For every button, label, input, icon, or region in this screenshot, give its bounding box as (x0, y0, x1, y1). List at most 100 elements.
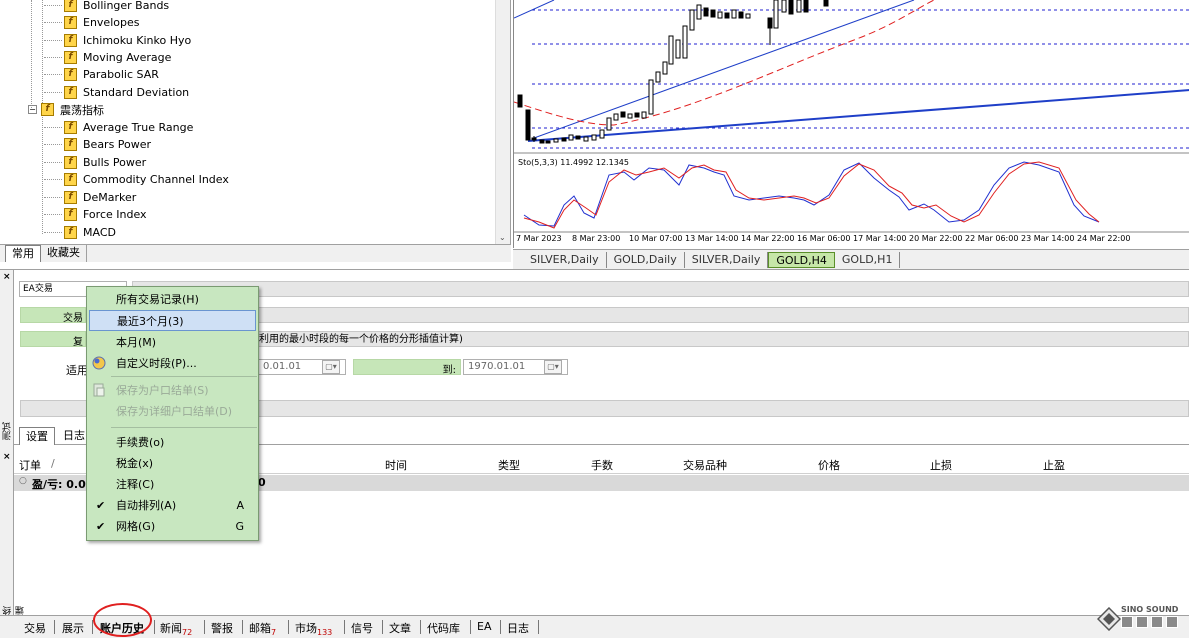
menu-comments[interactable]: 注释(C) (87, 474, 258, 495)
terminal-side-label: 终端 (3, 606, 26, 615)
menu-last-3-months[interactable]: 最近3个月(3) (89, 310, 256, 331)
tab-articles[interactable]: 文章 (389, 620, 411, 636)
tree-item-demarker[interactable]: f DeMarker (44, 189, 136, 206)
indicator-icon: f (64, 156, 77, 169)
indicator-icon: f (64, 16, 77, 29)
tree-item-macd[interactable]: f MACD (44, 224, 116, 241)
terminal-tabs: 交易 展示 账户历史 新闻72 警报 邮箱7 市场133 信号 文章 代码库 E… (0, 603, 1189, 638)
terminal-sidebar: × 终端 (0, 450, 26, 615)
time-label: 13 Mar 14:00 (685, 234, 739, 243)
col-sl[interactable]: 止损 (930, 457, 952, 473)
date-label: 适用 (66, 364, 88, 377)
tree-item-moving-average[interactable]: f Moving Average (44, 49, 171, 66)
tree-item-atr[interactable]: f Average True Range (44, 119, 193, 136)
tab-journal[interactable]: 日志 (507, 620, 529, 636)
tab-gold-h1[interactable]: GOLD,H1 (835, 251, 901, 268)
menu-all-history[interactable]: 所有交易记录(H) (87, 289, 258, 310)
menu-taxes[interactable]: 税金(x) (87, 453, 258, 474)
scroll-down-icon[interactable]: ⌄ (499, 233, 506, 242)
summary-profit: 盈/亏: 0.00 (32, 478, 94, 491)
tree-item-cci[interactable]: f Commodity Channel Index (44, 171, 229, 188)
stochastic-label: Sto(5,3,3) 11.4992 12.1345 (518, 158, 629, 167)
to-label: 到: (353, 359, 461, 376)
checkmark-icon: ✔ (96, 499, 106, 512)
indicator-icon: f (64, 191, 77, 204)
close-icon[interactable]: × (3, 272, 11, 282)
menu-commission[interactable]: 手续费(o) (87, 432, 258, 453)
price-chart[interactable]: Sto(5,3,3) 11.4992 12.1345 7 Mar 2023 8 … (513, 0, 1189, 248)
col-volume[interactable]: 手数 (591, 457, 613, 473)
collapse-icon[interactable]: − (28, 105, 37, 114)
tab-gold-daily[interactable]: GOLD,Daily (607, 251, 685, 268)
model-field[interactable]: 利用的最小时段的每一个价格的分形插值计算) (258, 331, 1189, 347)
calendar-dropdown-icon[interactable]: ▢▾ (544, 360, 562, 374)
col-time[interactable]: 时间 (385, 457, 407, 473)
tree-item-ichimoku[interactable]: f Ichimoku Kinko Hyo (44, 32, 191, 49)
tab-favorites[interactable]: 收藏夹 (41, 245, 87, 262)
tab-news[interactable]: 新闻72 (160, 620, 192, 637)
tree-folder-oscillators[interactable]: − f 震荡指标 (28, 101, 104, 118)
tab-settings[interactable]: 设置 (19, 427, 55, 445)
time-label: 23 Mar 14:00 (1021, 234, 1075, 243)
field-label-model: 复 (20, 331, 86, 348)
tab-silver-daily-2[interactable]: SILVER,Daily (685, 251, 769, 268)
sort-icon[interactable]: / (51, 457, 55, 470)
time-label: 14 Mar 22:00 (741, 234, 795, 243)
tab-trade[interactable]: 交易 (24, 620, 46, 636)
tree-item-force-index[interactable]: f Force Index (44, 206, 147, 223)
folder-indicator-icon: f (41, 103, 54, 116)
tree-item-std-dev[interactable]: f Standard Deviation (44, 84, 189, 101)
watermark-text: SINO SOUND (1121, 605, 1179, 614)
col-type[interactable]: 类型 (498, 457, 520, 473)
ea-path-field[interactable] (132, 281, 1189, 297)
tree-item-envelopes[interactable]: f Envelopes (44, 14, 139, 31)
summary-tail: 0 (258, 476, 266, 489)
indicator-icon: f (64, 0, 77, 12)
time-label: 10 Mar 07:00 (629, 234, 683, 243)
tab-alerts[interactable]: 警报 (211, 620, 233, 636)
tab-silver-daily[interactable]: SILVER,Daily (523, 251, 607, 268)
menu-save-detailed-report[interactable]: 保存为详细户口结单(D) (87, 401, 258, 422)
tree-item-bulls-power[interactable]: f Bulls Power (44, 154, 146, 171)
indicator-icon: f (64, 34, 77, 47)
chart-canvas (514, 0, 1189, 233)
tab-exposure[interactable]: 展示 (62, 620, 84, 636)
time-label: 16 Mar 06:00 (797, 234, 851, 243)
sino-sound-logo-icon (1097, 607, 1121, 631)
calendar-dropdown-icon[interactable]: ▢▾ (322, 360, 340, 374)
menu-save-report[interactable]: 保存为户口结单(S) (87, 380, 258, 401)
col-price[interactable]: 价格 (818, 457, 840, 473)
menu-grid[interactable]: ✔ 网格(G) G (87, 516, 258, 537)
tab-signals[interactable]: 信号 (351, 620, 373, 636)
tab-code-base[interactable]: 代码库 (427, 620, 460, 636)
col-order[interactable]: 订单 (19, 457, 41, 473)
time-label: 17 Mar 14:00 (853, 234, 907, 243)
menu-auto-arrange[interactable]: ✔ 自动排列(A) A (87, 495, 258, 516)
time-label: 22 Mar 06:00 (965, 234, 1019, 243)
indicator-icon: f (64, 173, 77, 186)
col-tp[interactable]: 止盈 (1043, 457, 1065, 473)
indicator-icon: f (64, 121, 77, 134)
tab-ea[interactable]: EA (477, 620, 491, 633)
navigator-scrollbar[interactable]: ⌄ (495, 0, 510, 244)
tab-mailbox[interactable]: 邮箱7 (249, 620, 276, 637)
menu-this-month[interactable]: 本月(M) (87, 332, 258, 353)
col-symbol[interactable]: 交易品种 (683, 457, 727, 473)
tree-item-parabolic-sar[interactable]: f Parabolic SAR (44, 66, 159, 83)
menu-custom-period[interactable]: 自定义时段(P)... (87, 353, 258, 374)
indicator-icon: f (64, 68, 77, 81)
highlight-circle (93, 603, 152, 637)
watermark-blocks (1121, 616, 1178, 628)
close-icon[interactable]: × (3, 452, 11, 462)
tree-item-bears-power[interactable]: f Bears Power (44, 136, 151, 153)
tab-common[interactable]: 常用 (5, 245, 41, 262)
time-axis: 7 Mar 2023 8 Mar 23:00 10 Mar 07:00 13 M… (516, 234, 1189, 246)
navigator-tabs: 常用 收藏夹 (0, 244, 511, 262)
tab-journal[interactable]: 日志 (60, 427, 88, 445)
tab-gold-h4[interactable]: GOLD,H4 (768, 251, 835, 268)
tree-item-bollinger[interactable]: f Bollinger Bands (44, 0, 169, 14)
symbol-field[interactable] (258, 307, 1189, 323)
field-label-symbol: 交易 (20, 307, 86, 324)
tab-market[interactable]: 市场133 (295, 620, 332, 637)
history-context-menu: 所有交易记录(H) 最近3个月(3) 本月(M) 自定义时段(P)... 保存为… (86, 286, 259, 541)
